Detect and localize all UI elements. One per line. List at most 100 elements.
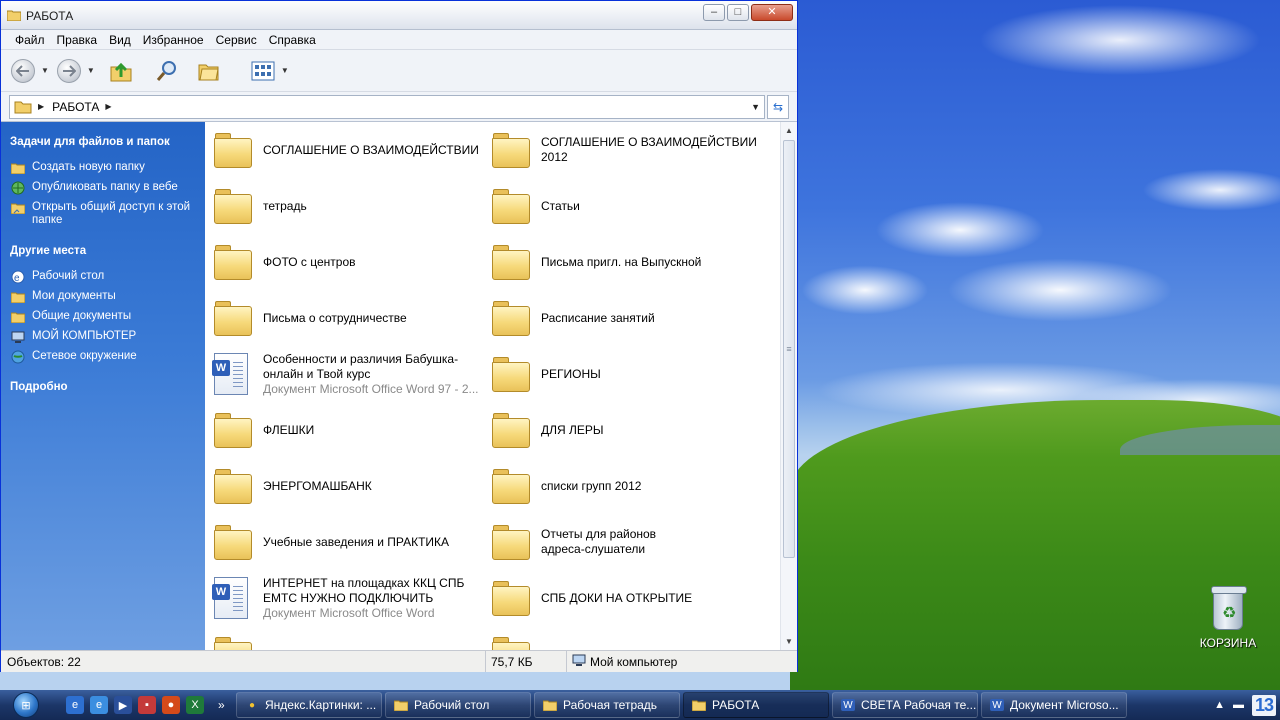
file-item[interactable]: Статьи <box>488 178 766 234</box>
task-label: Рабочий стол <box>414 698 490 712</box>
search-button[interactable] <box>155 59 179 83</box>
task-button-active[interactable]: РАБОТА <box>683 692 829 718</box>
recycle-bin[interactable]: ♻ КОРЗИНА <box>1196 586 1260 650</box>
file-item[interactable]: списки групп 2012 <box>488 458 766 514</box>
file-item[interactable]: ЭНЕРГОМАШБАНК <box>210 458 488 514</box>
maximize-button[interactable]: □ <box>727 4 749 21</box>
menu-file[interactable]: Файл <box>9 33 51 47</box>
file-item[interactable] <box>210 626 488 650</box>
file-item[interactable]: Учебные заведения и ПРАКТИКА <box>210 514 488 570</box>
ie-icon[interactable]: e <box>66 696 84 714</box>
file-item[interactable] <box>488 626 766 650</box>
file-item[interactable]: Письма пригл. на Выпускной <box>488 234 766 290</box>
task-share-folder[interactable]: Открыть общий доступ к этой папке <box>10 201 205 227</box>
folder-icon <box>492 413 530 448</box>
place-network[interactable]: Сетевое окружение <box>10 350 205 363</box>
menu-favorites[interactable]: Избранное <box>137 33 210 47</box>
file-name: СОГЛАШЕНИЕ О ВЗАИМОДЕЙСТВИИ 2012 <box>541 135 757 164</box>
file-item[interactable]: Письма о сотрудничестве <box>210 290 488 346</box>
task-button[interactable]: Рабочая тетрадь <box>534 692 680 718</box>
task-button[interactable]: W Документ Microso... <box>981 692 1127 718</box>
place-my-computer[interactable]: МОЙ КОМПЬЮТЕР <box>10 330 205 343</box>
task-button[interactable]: W СВЕТА Рабочая те... <box>832 692 978 718</box>
status-size: 75,7 КБ <box>486 651 567 672</box>
file-name: Письма о сотрудничестве <box>263 310 407 325</box>
task-new-folder[interactable]: Создать новую папку <box>10 161 205 174</box>
place-desktop[interactable]: e Рабочий стол <box>10 270 205 284</box>
menu-tools[interactable]: Сервис <box>210 33 263 47</box>
scroll-up-arrow-icon[interactable]: ▲ <box>781 122 797 139</box>
place-label: МОЙ КОМПЬЮТЕР <box>32 330 137 342</box>
refresh-icon: ⇆ <box>772 99 784 114</box>
folder-icon <box>214 469 252 504</box>
excel-icon[interactable]: X <box>186 696 204 714</box>
breadcrumb-arrow-icon[interactable]: ▶ <box>105 102 111 111</box>
scrollbar-thumb[interactable]: ≡ <box>783 140 795 558</box>
details-heading[interactable]: Подробно <box>10 381 205 393</box>
browser-icon[interactable]: ● <box>162 696 180 714</box>
scroll-down-arrow-icon[interactable]: ▼ <box>781 633 797 650</box>
file-item[interactable]: СОГЛАШЕНИЕ О ВЗАИМОДЕЙСТВИИ <box>210 122 488 178</box>
file-item[interactable]: Расписание занятий <box>488 290 766 346</box>
menu-edit[interactable]: Правка <box>51 33 104 47</box>
word-document-icon: W <box>212 577 248 619</box>
back-button[interactable]: ▼ <box>11 58 49 83</box>
file-name: Отчеты для районов адреса-слушатели <box>541 527 657 556</box>
file-item[interactable]: ФОТО с центров <box>210 234 488 290</box>
close-button[interactable]: ✕ <box>751 4 793 21</box>
forward-button[interactable]: ▼ <box>56 58 95 83</box>
chevron-down-icon[interactable]: ▼ <box>281 66 289 75</box>
file-item[interactable]: ФЛЕШКИ <box>210 402 488 458</box>
window-title: РАБОТА <box>26 9 74 23</box>
tasks-heading: Задачи для файлов и папок <box>10 136 170 148</box>
system-tray: ▲ ▬ 13 <box>1214 694 1276 716</box>
file-item[interactable]: СОГЛАШЕНИЕ О ВЗАИМОДЕЙСТВИИ 2012 <box>488 122 766 178</box>
refresh-button[interactable]: ⇆ <box>767 94 789 119</box>
clock[interactable]: 13 <box>1251 694 1276 716</box>
up-folder-button[interactable] <box>109 59 133 83</box>
task-button[interactable]: ● Яндекс.Картинки: ... <box>236 692 382 718</box>
media-player-icon[interactable]: ▶ <box>114 696 132 714</box>
folders-button[interactable] <box>197 60 221 82</box>
file-item[interactable]: РЕГИОНЫ <box>488 346 766 402</box>
file-item[interactable]: СПБ ДОКИ НА ОТКРЫТИЕ <box>488 570 766 626</box>
place-label: Общие документы <box>32 310 132 322</box>
title-bar[interactable]: РАБОТА – □ ✕ <box>1 1 797 30</box>
ie-icon[interactable]: e <box>90 696 108 714</box>
flag-icon[interactable]: ▬ <box>1233 699 1244 711</box>
file-item[interactable]: W ИНТЕРНЕТ на площадках ККЦ СПБ ЕМТС НУЖ… <box>210 570 488 626</box>
more-icon[interactable]: » <box>218 698 234 712</box>
task-button[interactable]: Рабочий стол <box>385 692 531 718</box>
views-button[interactable]: ▼ <box>251 61 289 81</box>
place-label: Мои документы <box>32 290 116 302</box>
place-my-documents[interactable]: Мои документы <box>10 290 205 303</box>
folder-icon <box>214 525 252 560</box>
tray-expand-icon[interactable]: ▲ <box>1214 699 1225 711</box>
file-item[interactable]: ДЛЯ ЛЕРЫ <box>488 402 766 458</box>
floppy-icon[interactable]: ▪ <box>138 696 156 714</box>
shared-documents-icon <box>10 310 25 323</box>
task-label: РАБОТА <box>712 698 760 712</box>
publish-web-icon <box>10 181 25 194</box>
file-item[interactable]: тетрадь <box>210 178 488 234</box>
toolbar: ▼ ▼ ▼ <box>1 50 797 92</box>
chevron-down-icon[interactable]: ▼ <box>751 102 760 112</box>
file-item[interactable]: W Особенности и различия Бабушка-онлайн … <box>210 346 488 402</box>
start-button[interactable]: ⊞ <box>0 690 52 720</box>
vertical-scrollbar[interactable]: ▲ ≡ ▼ <box>780 122 797 650</box>
breadcrumb-item[interactable]: РАБОТА <box>52 100 99 114</box>
minimize-button[interactable]: – <box>703 4 725 21</box>
breadcrumb-arrow-icon[interactable]: ▶ <box>38 102 44 111</box>
chevron-down-icon[interactable]: ▼ <box>87 66 95 75</box>
folder-icon <box>492 525 530 560</box>
address-input[interactable]: ▶ РАБОТА ▶ ▼ <box>9 94 765 119</box>
file-item[interactable]: Отчеты для районов адреса-слушатели <box>488 514 766 570</box>
word-icon: W <box>841 699 855 711</box>
menu-view[interactable]: Вид <box>103 33 137 47</box>
menu-help[interactable]: Справка <box>263 33 322 47</box>
file-name: Особенности и различия Бабушка-онлайн и … <box>263 351 459 381</box>
place-shared-documents[interactable]: Общие документы <box>10 310 205 323</box>
file-name: Расписание занятий <box>541 310 655 325</box>
task-publish-web[interactable]: Опубликовать папку в вебе <box>10 181 205 194</box>
chevron-down-icon[interactable]: ▼ <box>41 66 49 75</box>
